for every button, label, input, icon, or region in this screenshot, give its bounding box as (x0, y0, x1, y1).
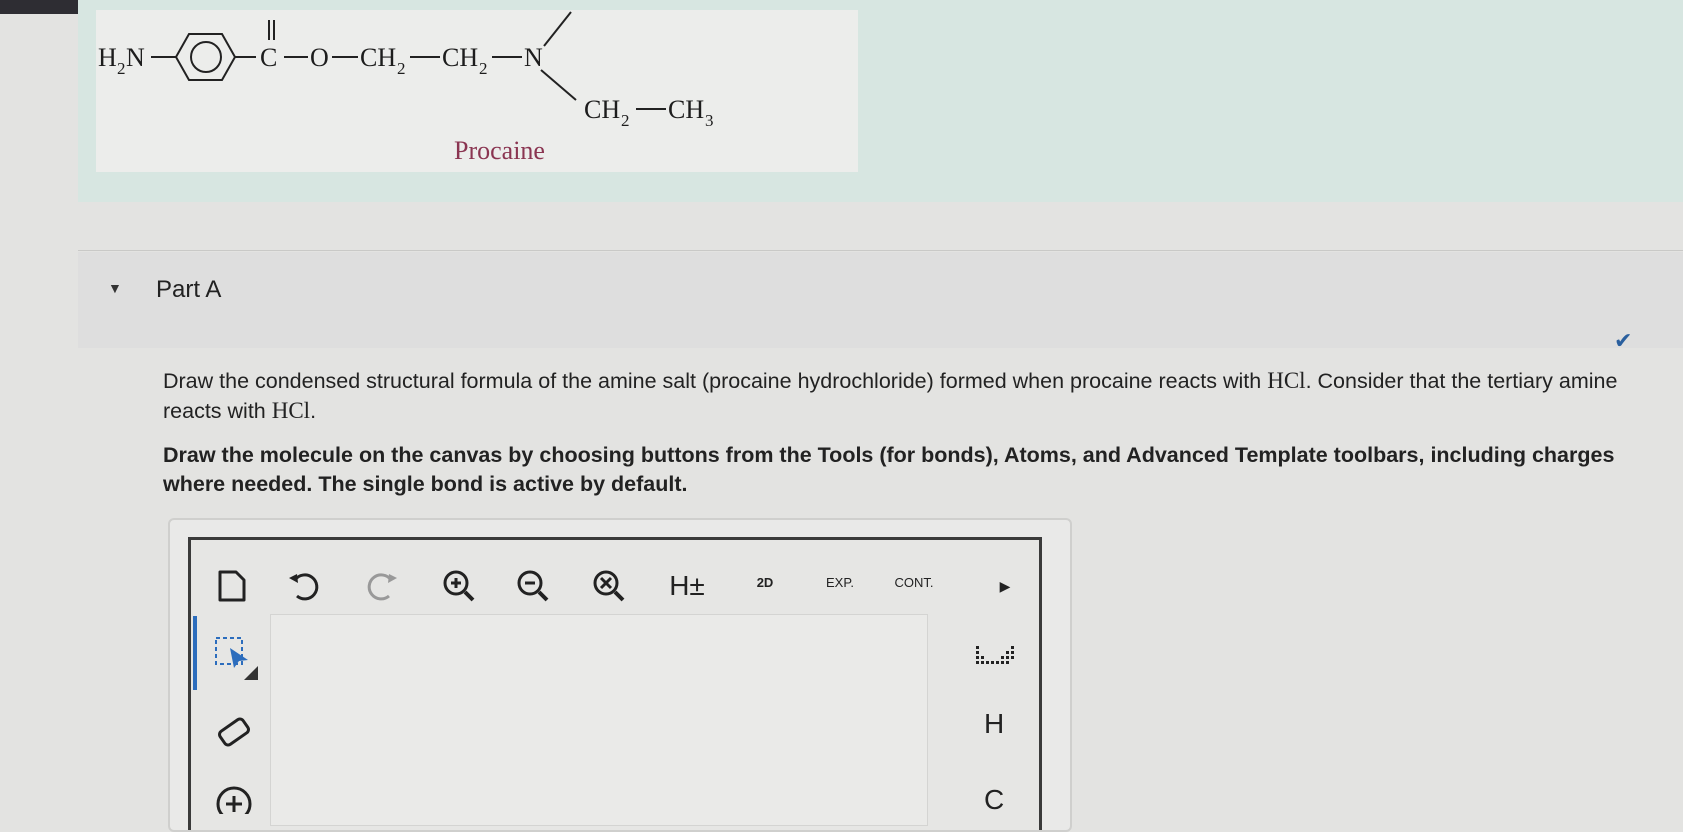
bond-line (543, 11, 572, 47)
zoom-in-icon (443, 570, 475, 602)
ch2-2-sub: 2 (479, 59, 488, 78)
zoom-reset-icon (593, 570, 625, 602)
clean-2d-label: 2D (756, 574, 774, 590)
question-text-before: Draw the condensed structural formula of… (163, 369, 1268, 393)
atom-c-button[interactable]: C (984, 784, 1004, 816)
question-text: Draw the condensed structural formula of… (163, 366, 1643, 426)
molecule-panel: H 2 N C O CH 2 CH 2 N CH 2 CH 3 Procaine (78, 0, 1683, 202)
carbonyl-carbon: C (260, 43, 277, 72)
benzene-ring (174, 33, 237, 81)
molecule-card: H 2 N C O CH 2 CH 2 N CH 2 CH 3 Procaine (96, 10, 858, 172)
new-document-button[interactable] (212, 566, 252, 606)
ethyl-ch3-sub: 3 (705, 111, 714, 130)
h2n-h: H (98, 43, 117, 72)
periodic-table-icon (976, 646, 1014, 664)
undo-icon (289, 573, 319, 601)
checkmark-icon: ✔ (1614, 328, 1633, 353)
charge-plus-button[interactable] (214, 782, 254, 814)
expand-label: EXP. (826, 574, 854, 590)
drawing-canvas[interactable] (270, 614, 928, 826)
ethyl-ch3: CH (668, 95, 704, 124)
redo-icon (367, 573, 397, 601)
ch2-1: CH (360, 43, 396, 72)
redo-button[interactable] (362, 566, 402, 606)
eraser-tool-button[interactable] (212, 710, 256, 754)
hcl-formula: HCl (1267, 368, 1306, 393)
periodic-table-button[interactable] (972, 636, 1020, 676)
zoom-out-button[interactable] (512, 566, 556, 606)
section-divider (78, 250, 1683, 251)
ch2-1-sub: 2 (397, 59, 406, 78)
selected-tool-indicator (193, 616, 197, 690)
clean-2d-button[interactable]: 2D (742, 562, 788, 602)
plus-circle-icon (216, 786, 252, 814)
contract-label: CONT. (894, 574, 934, 590)
ethyl-ch2: CH (584, 95, 620, 124)
toolbar-more-arrow-icon[interactable]: ▶ (994, 566, 1016, 606)
amine-nitrogen: N (524, 43, 543, 72)
undo-button[interactable] (284, 566, 324, 606)
ethyl-ch2-sub: 2 (621, 111, 630, 130)
ester-oxygen: O (310, 43, 329, 72)
question-text-end: . (310, 399, 317, 423)
zoom-in-button[interactable] (438, 566, 482, 606)
part-title: Part A (156, 276, 222, 303)
atom-h-button[interactable]: H (984, 708, 1004, 740)
document-icon (218, 570, 246, 602)
eraser-icon (218, 717, 250, 747)
instruction-text: Draw the molecule on the canvas by choos… (163, 443, 1615, 496)
h2n-sub: 2 (117, 59, 126, 78)
molecule-caption: Procaine (454, 136, 545, 165)
collapse-caret-icon[interactable]: ▼ (108, 280, 122, 296)
hcl-formula: HCl (271, 398, 311, 423)
h2n-n: N (126, 43, 145, 72)
bond-line (540, 69, 577, 101)
part-a-header[interactable]: ▼ Part A (78, 252, 1683, 348)
zoom-reset-button[interactable] (588, 566, 632, 606)
selection-tool-button[interactable] (210, 632, 258, 680)
contract-button[interactable]: CONT. (886, 562, 942, 602)
hydrogen-toggle-button[interactable]: H± (662, 566, 712, 606)
zoom-out-icon (517, 570, 549, 602)
expand-button[interactable]: EXP. (814, 562, 866, 602)
benzene-circle (190, 41, 222, 73)
lasso-select-icon (215, 637, 258, 680)
ch2-2: CH (442, 43, 478, 72)
